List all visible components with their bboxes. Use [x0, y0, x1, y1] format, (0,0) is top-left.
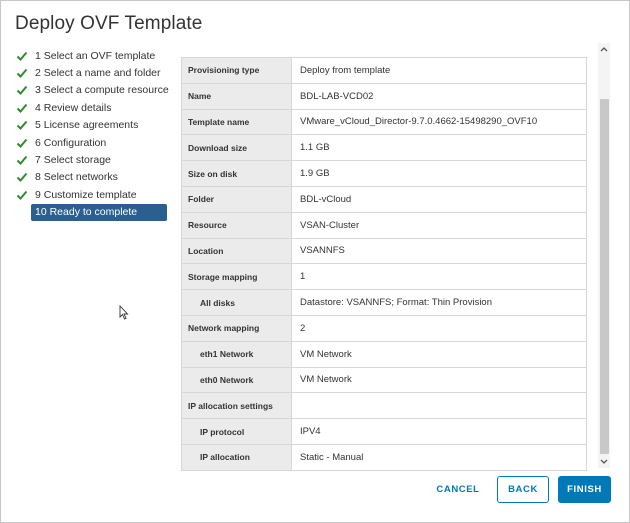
table-row: Network mapping 2: [181, 314, 587, 342]
table-row: IP allocation settings: [181, 392, 587, 420]
wizard-step-label: 6 Configuration: [35, 136, 107, 149]
review-value: BDL-vCloud: [291, 185, 587, 213]
wizard-step-4[interactable]: 4 Review details: [15, 99, 169, 116]
review-key: Size on disk: [181, 160, 292, 187]
review-value: IPV4: [291, 418, 587, 445]
wizard-step-label: 4 Review details: [35, 101, 112, 114]
review-value: VSANNFS: [291, 237, 587, 265]
wizard-step-8[interactable]: 8 Select networks: [15, 169, 169, 186]
table-row: eth0 Network VM Network: [181, 366, 587, 394]
review-key: Folder: [181, 185, 292, 213]
table-row: IP protocol IPV4: [181, 418, 587, 445]
review-key: Storage mapping: [181, 263, 292, 291]
review-value: 1: [291, 263, 587, 291]
review-value: BDL-LAB-VCD02: [291, 82, 587, 110]
table-row: Location VSANNFS: [181, 237, 587, 265]
scrollbar-thumb[interactable]: [600, 99, 609, 454]
check-icon: [16, 190, 28, 200]
review-key: eth1 Network: [181, 340, 292, 368]
wizard-step-1[interactable]: 1 Select an OVF template: [15, 47, 169, 64]
review-value: VSAN-Cluster: [291, 211, 587, 239]
check-icon: [16, 68, 28, 79]
wizard-step-6[interactable]: 6 Configuration: [15, 134, 169, 151]
review-table: Provisioning type Deploy from template Nam…: [181, 57, 587, 471]
scroll-down-arrow-icon[interactable]: [598, 456, 610, 468]
review-value: VMware_vCloud_Director-9.7.0.4662-154982…: [291, 108, 587, 136]
review-value: 1.1 GB: [291, 134, 587, 162]
review-key: IP allocation: [181, 443, 292, 471]
wizard-step-label: 2 Select a name and folder: [35, 67, 161, 80]
review-scroll-area[interactable]: Provisioning type Deploy from template Nam…: [181, 43, 613, 471]
table-row: All disks Datastore: VSANNFS; Format: Thi…: [181, 289, 587, 316]
check-icon: [16, 138, 28, 148]
review-value: Deploy from template: [291, 57, 587, 84]
check-icon: [16, 173, 28, 183]
review-key: IP protocol: [181, 418, 292, 445]
wizard-step-3[interactable]: 3 Select a compute resource: [15, 82, 169, 99]
review-key: Download size: [181, 134, 292, 162]
finish-button[interactable]: FINISH: [558, 476, 611, 503]
review-key: IP allocation settings: [181, 392, 292, 420]
wizard-step-7[interactable]: 7 Select storage: [15, 151, 169, 168]
review-key: Resource: [181, 211, 292, 239]
wizard-step-label: 5 License agreements: [35, 119, 139, 132]
wizard-step-5[interactable]: 5 License agreements: [15, 117, 169, 134]
wizard-step-10[interactable]: 10 Ready to complete: [31, 203, 167, 221]
deploy-ovf-dialog: Deploy OVF Template 1 Select an OVF temp…: [0, 0, 630, 523]
wizard-steps: 1 Select an OVF template 2 Select a name …: [15, 47, 169, 221]
wizard-step-label: 9 Customize template: [35, 188, 137, 201]
review-key: Location: [181, 237, 292, 265]
table-row: Storage mapping 1: [181, 263, 587, 291]
mouse-pointer-icon: [119, 305, 129, 320]
vertical-scrollbar[interactable]: [598, 43, 610, 468]
check-icon: [16, 103, 28, 113]
check-icon: [16, 155, 28, 166]
check-icon: [16, 51, 28, 61]
table-row: Provisioning type Deploy from template: [181, 57, 587, 84]
review-key: All disks: [181, 289, 292, 316]
wizard-step-label: 1 Select an OVF template: [35, 49, 156, 62]
review-value: VM Network: [291, 366, 587, 394]
table-row: Name BDL-LAB-VCD02: [181, 82, 587, 110]
dialog-title: Deploy OVF Template: [15, 13, 203, 34]
wizard-step-9[interactable]: 9 Customize template: [15, 186, 169, 203]
review-key: Network mapping: [181, 314, 292, 342]
check-icon: [16, 121, 28, 131]
check-icon: [16, 86, 28, 96]
wizard-step-label: 8 Select networks: [35, 171, 118, 184]
wizard-step-label: 7 Select storage: [35, 154, 111, 167]
review-value: [291, 392, 587, 420]
scroll-up-arrow-icon[interactable]: [598, 43, 610, 55]
table-row: Size on disk 1.9 GB: [181, 160, 587, 187]
review-value: Static - Manual: [291, 443, 587, 471]
table-row: Resource VSAN-Cluster: [181, 211, 587, 239]
table-row: Download size 1.1 GB: [181, 134, 587, 162]
cancel-button[interactable]: CANCEL: [427, 476, 489, 503]
back-button[interactable]: BACK: [497, 476, 549, 503]
review-value: 2: [291, 314, 587, 342]
review-value: Datastore: VSANNFS; Format: Thin Provisi…: [291, 289, 587, 316]
wizard-step-label: 3 Select a compute resource: [35, 84, 169, 97]
table-row: IP allocation Static - Manual: [181, 443, 587, 471]
wizard-step-2[interactable]: 2 Select a name and folder: [15, 64, 169, 81]
table-row: eth1 Network VM Network: [181, 340, 587, 368]
review-key: Template name: [181, 108, 292, 136]
review-key: Provisioning type: [181, 57, 292, 84]
review-key: eth0 Network: [181, 366, 292, 394]
wizard-step-label: 10 Ready to complete: [35, 206, 138, 219]
review-value: 1.9 GB: [291, 160, 587, 187]
table-row: Template name VMware_vCloud_Director-9.7.…: [181, 108, 587, 136]
review-value: VM Network: [291, 340, 587, 368]
review-key: Name: [181, 82, 292, 110]
table-row: Folder BDL-vCloud: [181, 185, 587, 213]
